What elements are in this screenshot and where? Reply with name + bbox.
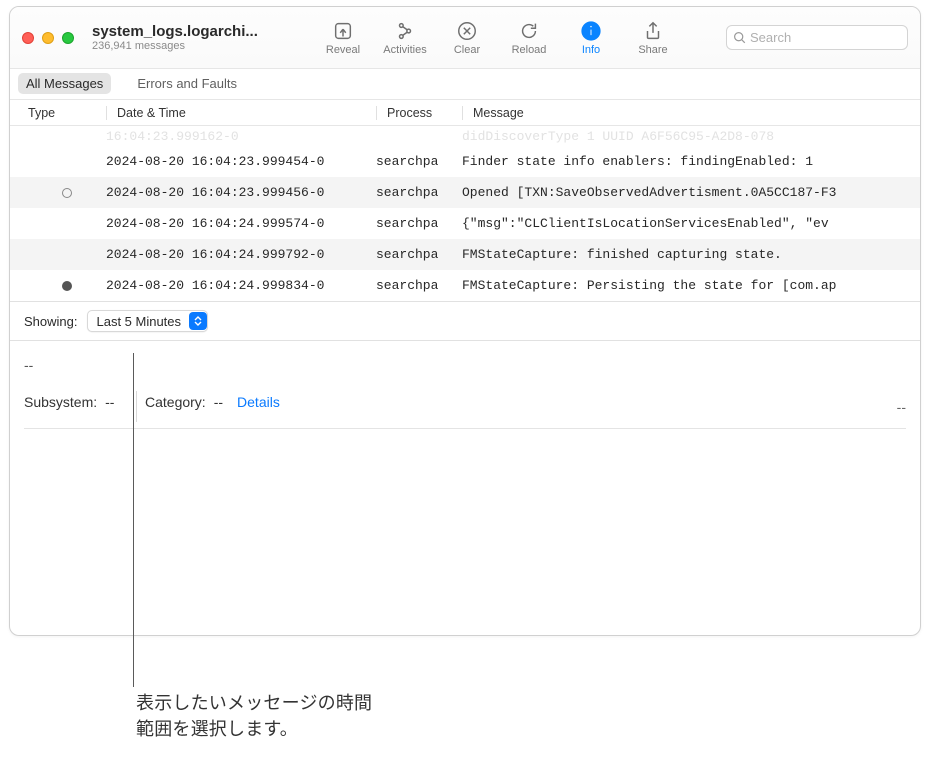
share-icon bbox=[642, 20, 664, 42]
row-message-cell: {"msg":"CLClientIsLocationServicesEnable… bbox=[462, 216, 920, 231]
log-table-body: 16:04:23.999162-0 didDiscoverType 1 UUID… bbox=[10, 126, 920, 301]
search-icon bbox=[733, 31, 746, 44]
row-process-cell: searchpa bbox=[376, 278, 462, 293]
callout-line2: 範囲を選択します。 bbox=[136, 716, 372, 742]
table-row[interactable]: 2024-08-20 16:04:24.999792-0 searchpa FM… bbox=[10, 239, 920, 270]
table-row[interactable]: 2024-08-20 16:04:23.999454-0 searchpa Fi… bbox=[10, 146, 920, 177]
table-header: Type Date & Time Process Message bbox=[10, 100, 920, 126]
time-range-popup[interactable]: Last 5 Minutes bbox=[87, 310, 208, 332]
popup-arrows-icon bbox=[189, 312, 207, 330]
reload-icon bbox=[518, 20, 540, 42]
callout-text: 表示したいメッセージの時間 範囲を選択します。 bbox=[136, 690, 372, 742]
toolbar: system_logs.logarchi... 236,941 messages… bbox=[10, 7, 920, 69]
search-input[interactable] bbox=[750, 30, 901, 45]
minimize-window-button[interactable] bbox=[42, 32, 54, 44]
scope-bar: All Messages Errors and Faults bbox=[10, 69, 920, 100]
category-value: -- bbox=[214, 394, 223, 410]
row-process-cell: searchpa bbox=[376, 185, 462, 200]
row-type-cell bbox=[28, 188, 106, 198]
window-title: system_logs.logarchi... bbox=[92, 23, 302, 40]
row-date-cell: 2024-08-20 16:04:24.999792-0 bbox=[106, 247, 376, 262]
detail-separator bbox=[24, 428, 906, 429]
clear-icon bbox=[456, 20, 478, 42]
row-date-cell: 2024-08-20 16:04:24.999574-0 bbox=[106, 216, 376, 231]
search-field[interactable] bbox=[726, 25, 908, 50]
row-process-cell: searchpa bbox=[376, 247, 462, 262]
info-icon bbox=[580, 20, 602, 42]
toolbar-buttons: Reveal Activities Clear R bbox=[312, 11, 684, 65]
showing-bar: Showing: Last 5 Minutes bbox=[10, 301, 920, 341]
details-link[interactable]: Details bbox=[237, 394, 280, 410]
type-dot-solid-icon bbox=[62, 281, 72, 291]
info-button[interactable]: Info bbox=[560, 11, 622, 65]
subsystem-label: Subsystem: bbox=[24, 394, 97, 410]
subsystem-value: -- bbox=[105, 394, 114, 410]
detail-right-dash: -- bbox=[897, 399, 906, 415]
scope-all-messages[interactable]: All Messages bbox=[18, 73, 111, 94]
row-type-cell bbox=[28, 281, 106, 291]
reveal-button[interactable]: Reveal bbox=[312, 11, 374, 65]
callout-line bbox=[133, 353, 134, 687]
row-message-cell: Opened [TXN:SaveObservedAdvertisment.0A5… bbox=[462, 185, 920, 200]
reveal-label: Reveal bbox=[326, 44, 360, 56]
window-controls bbox=[22, 32, 74, 44]
row-process-cell: searchpa bbox=[376, 216, 462, 231]
close-window-button[interactable] bbox=[22, 32, 34, 44]
column-header-message[interactable]: Message bbox=[462, 106, 920, 120]
callout-line1: 表示したいメッセージの時間 bbox=[136, 690, 372, 716]
detail-pane: -- Subsystem: -- Category: -- Details -- bbox=[10, 341, 920, 635]
reload-label: Reload bbox=[512, 44, 547, 56]
activities-icon bbox=[394, 20, 416, 42]
table-row[interactable]: 2024-08-20 16:04:24.999574-0 searchpa {"… bbox=[10, 208, 920, 239]
row-process-cell: searchpa bbox=[376, 154, 462, 169]
title-block: system_logs.logarchi... 236,941 messages bbox=[92, 23, 302, 52]
table-row[interactable]: 2024-08-20 16:04:23.999456-0 searchpa Op… bbox=[10, 177, 920, 208]
category-label: Category: bbox=[145, 394, 206, 410]
column-header-process[interactable]: Process bbox=[376, 106, 462, 120]
reload-button[interactable]: Reload bbox=[498, 11, 560, 65]
row-message-cell: FMStateCapture: finished capturing state… bbox=[462, 247, 920, 262]
column-header-type[interactable]: Type bbox=[28, 106, 106, 120]
showing-label: Showing: bbox=[24, 314, 77, 329]
row-message-cell: Finder state info enablers: findingEnabl… bbox=[462, 154, 920, 169]
type-dot-hollow-icon bbox=[62, 188, 72, 198]
detail-meta-row: Subsystem: -- Category: -- Details -- bbox=[24, 391, 906, 422]
column-header-date[interactable]: Date & Time bbox=[106, 106, 376, 120]
row-date-cell: 2024-08-20 16:04:23.999456-0 bbox=[106, 185, 376, 200]
console-window: system_logs.logarchi... 236,941 messages… bbox=[9, 6, 921, 636]
clear-button[interactable]: Clear bbox=[436, 11, 498, 65]
zoom-window-button[interactable] bbox=[62, 32, 74, 44]
reveal-icon bbox=[332, 20, 354, 42]
detail-top-dash: -- bbox=[24, 357, 906, 373]
scope-errors-faults[interactable]: Errors and Faults bbox=[129, 73, 245, 94]
share-label: Share bbox=[638, 44, 667, 56]
activities-label: Activities bbox=[383, 44, 426, 56]
row-date-cell: 2024-08-20 16:04:23.999454-0 bbox=[106, 154, 376, 169]
activities-button[interactable]: Activities bbox=[374, 11, 436, 65]
share-button[interactable]: Share bbox=[622, 11, 684, 65]
time-range-value: Last 5 Minutes bbox=[96, 314, 181, 329]
clear-label: Clear bbox=[454, 44, 480, 56]
info-label: Info bbox=[582, 44, 600, 56]
table-row[interactable]: 2024-08-20 16:04:24.999834-0 searchpa FM… bbox=[10, 270, 920, 301]
message-count: 236,941 messages bbox=[92, 40, 302, 52]
row-date-cell: 2024-08-20 16:04:24.999834-0 bbox=[106, 278, 376, 293]
row-message-cell: FMStateCapture: Persisting the state for… bbox=[462, 278, 920, 293]
